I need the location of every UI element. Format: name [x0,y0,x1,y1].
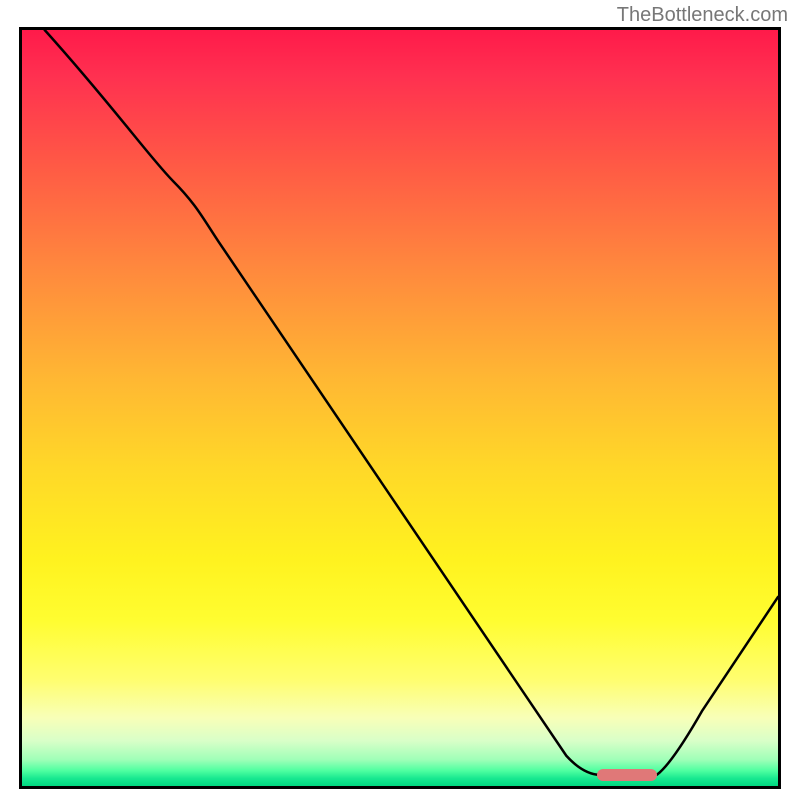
bottleneck-marker [597,769,657,781]
curve-path [45,30,778,775]
curve-svg [22,30,778,786]
watermark-text: TheBottleneck.com [617,4,788,27]
chart-area [19,27,781,789]
